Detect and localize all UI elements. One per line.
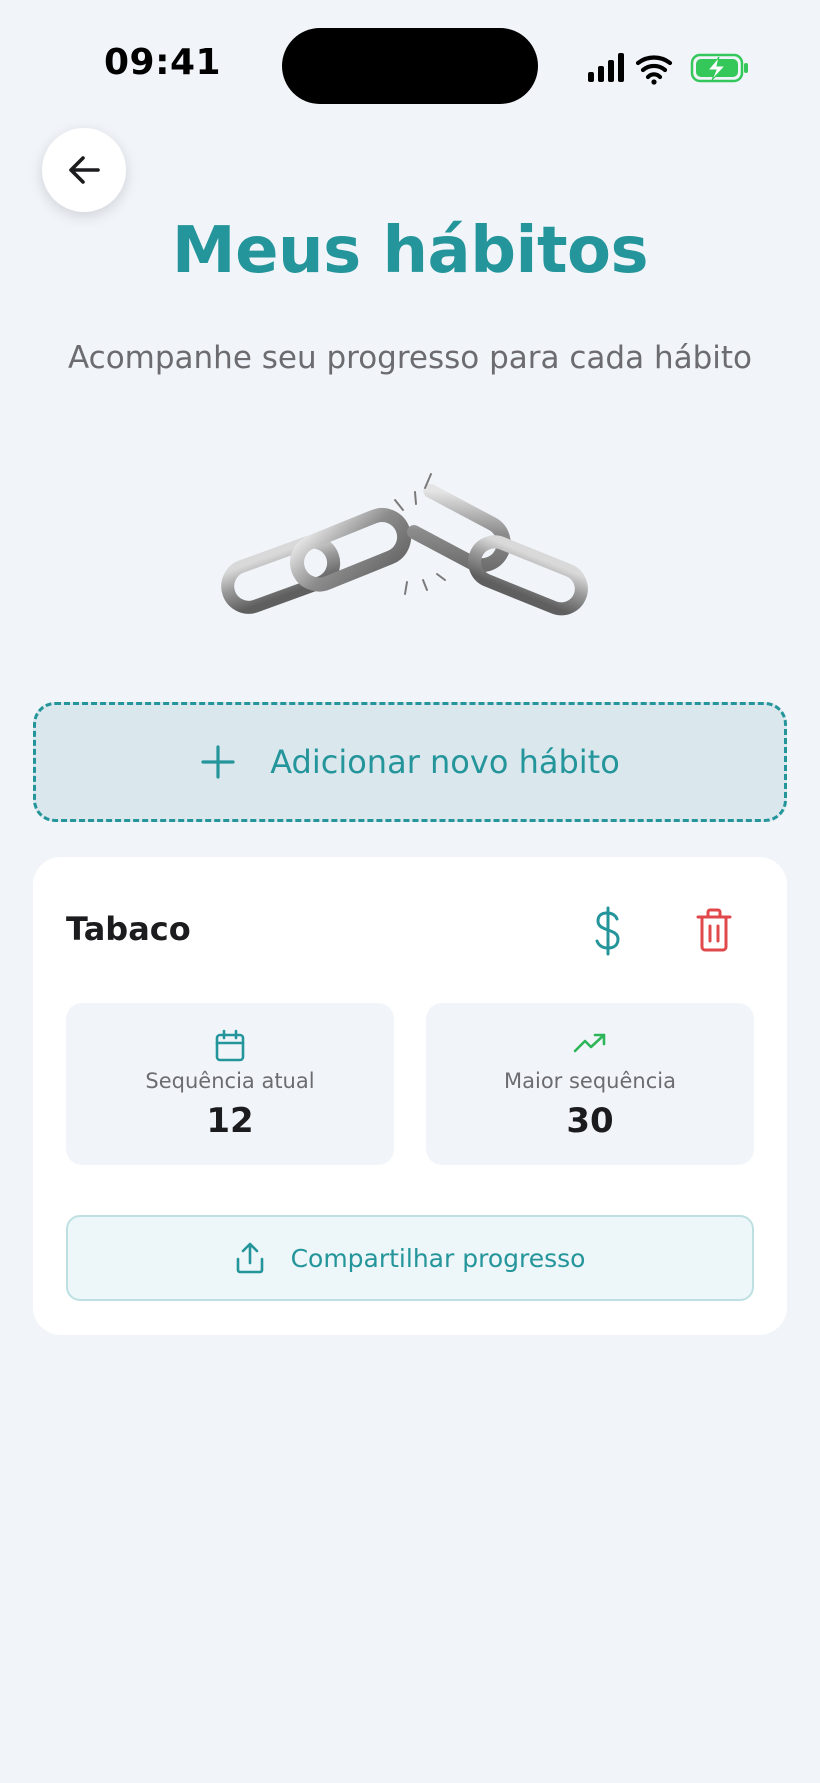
stat-label: Sequência atual bbox=[145, 1069, 315, 1093]
battery-charging-icon bbox=[690, 53, 748, 83]
share-progress-label: Compartilhar progresso bbox=[290, 1243, 586, 1273]
status-time: 09:41 bbox=[104, 42, 222, 83]
share-progress-button[interactable]: Compartilhar progresso bbox=[66, 1215, 754, 1301]
stat-longest-streak: Maior sequência 30 bbox=[426, 1003, 754, 1165]
broken-chain-illustration bbox=[215, 462, 605, 622]
page-subtitle: Acompanhe seu progresso para cada hábito bbox=[67, 340, 753, 376]
stat-value: 30 bbox=[566, 1101, 614, 1141]
calendar-icon bbox=[215, 1029, 245, 1062]
stat-label: Maior sequência bbox=[504, 1069, 676, 1093]
dollar-icon bbox=[595, 906, 620, 956]
stat-current-streak: Sequência atual 12 bbox=[66, 1003, 394, 1165]
habit-name: Tabaco bbox=[66, 910, 191, 948]
money-button[interactable] bbox=[584, 904, 632, 958]
dynamic-island bbox=[282, 28, 538, 104]
arrow-left-icon bbox=[69, 156, 100, 184]
share-upload-icon bbox=[236, 1242, 263, 1274]
status-icons bbox=[586, 50, 750, 86]
add-habit-label: Adicionar novo hábito bbox=[270, 743, 620, 781]
stat-value: 12 bbox=[206, 1101, 254, 1141]
add-habit-button[interactable]: Adicionar novo hábito bbox=[33, 702, 787, 822]
plus-icon bbox=[201, 745, 235, 779]
cellular-signal-icon bbox=[588, 53, 624, 82]
trash-icon bbox=[696, 908, 732, 952]
wifi-icon bbox=[635, 55, 673, 80]
page-title: Meus hábitos bbox=[171, 214, 649, 288]
trending-up-icon bbox=[573, 1033, 606, 1053]
habit-card: Tabaco Sequência atual 12 Maior sequênci… bbox=[33, 857, 787, 1335]
delete-habit-button[interactable] bbox=[694, 906, 734, 954]
back-button[interactable] bbox=[42, 128, 126, 212]
